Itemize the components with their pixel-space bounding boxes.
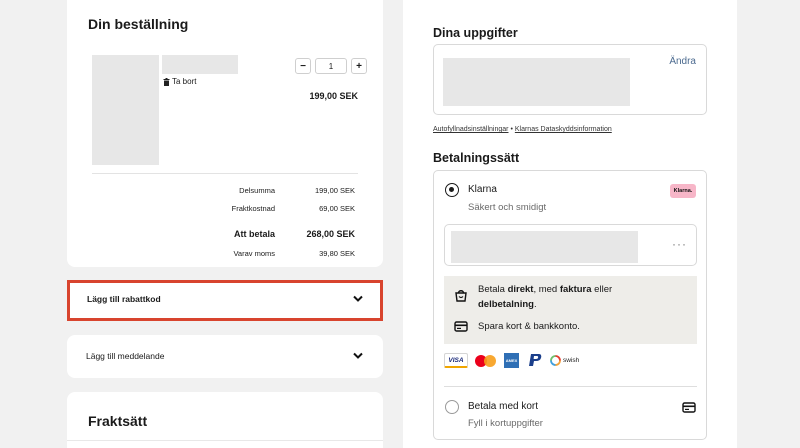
- bankid-logo: [526, 353, 543, 368]
- credit-card-icon: [454, 321, 468, 332]
- item-price: 199,00 SEK: [309, 91, 358, 101]
- swish-label: swish: [563, 357, 580, 364]
- chevron-down-icon: [353, 295, 363, 302]
- credit-card-icon: [682, 402, 696, 413]
- klarna-logo: Klarna.: [670, 184, 696, 198]
- klarna-account-placeholder: [451, 231, 638, 263]
- subtotal-label: Delsumma: [239, 186, 275, 195]
- details-title: Dina uppgifter: [433, 26, 518, 40]
- privacy-info-link[interactable]: Klarnas Dataskyddsinformation: [515, 126, 612, 133]
- card-option-subtitle: Fyll i kortuppgifter: [468, 418, 543, 429]
- decrease-quantity-button[interactable]: −: [295, 58, 311, 74]
- info-text-part: .: [533, 299, 537, 310]
- shipping-cost-label: Fraktkostnad: [231, 204, 275, 213]
- legal-links: Autofyllnadsinställningar • Klarnas Data…: [433, 126, 612, 133]
- add-discount-code-toggle[interactable]: Lägg till rabattkod: [67, 280, 383, 321]
- card-payment-radio[interactable]: [445, 400, 459, 414]
- customer-details-placeholder: [443, 58, 630, 106]
- save-card-text: Spara kort & bankkonto.: [478, 321, 580, 332]
- visa-logo: VISA: [444, 353, 468, 368]
- klarna-radio[interactable]: [445, 183, 459, 197]
- klarna-account-selector[interactable]: ···: [444, 224, 697, 266]
- remove-item-link[interactable]: Ta bort: [163, 77, 196, 86]
- edit-details-link[interactable]: Ändra: [669, 56, 696, 67]
- chevron-down-icon: [353, 352, 363, 359]
- klarna-info-box: Betala direkt, med faktura eller delbetal…: [444, 276, 697, 344]
- amex-logo: AMEX: [504, 353, 519, 368]
- shipping-method-card: Fraktsätt: [67, 392, 383, 448]
- vat-label: Varav moms: [233, 249, 275, 258]
- trash-icon: [163, 77, 170, 86]
- quantity-stepper[interactable]: − 1 +: [295, 58, 367, 74]
- shipping-method-title: Fraktsätt: [88, 413, 148, 429]
- klarna-option-name[interactable]: Klarna: [468, 184, 497, 195]
- payment-logos: VISA AMEX swish: [444, 353, 579, 368]
- product-image-placeholder: [92, 55, 159, 165]
- info-bold-invoice: faktura: [559, 284, 592, 295]
- checkout-panel: Dina uppgifter Ändra Autofyllnadsinställ…: [403, 0, 737, 448]
- customer-details-box: Ändra: [433, 44, 707, 115]
- info-text-part: , med: [533, 284, 560, 295]
- product-name-placeholder: [162, 55, 238, 74]
- order-summary-card: Din beställning Ta bort − 1 + 199,00 SEK…: [67, 0, 383, 267]
- shopping-bag-icon: [454, 289, 468, 302]
- payment-methods-box: Klarna Säkert och smidigt Klarna. ··· Be…: [433, 170, 707, 440]
- payment-method-title: Betalningssätt: [433, 151, 520, 165]
- klarna-info-text: Betala direkt, med faktura eller delbetal…: [478, 282, 612, 312]
- payment-option-divider: [444, 386, 697, 387]
- info-text-part: eller: [591, 284, 613, 295]
- add-message-toggle[interactable]: Lägg till meddelande: [67, 335, 383, 378]
- links-separator: •: [510, 126, 513, 133]
- shipping-divider: [67, 440, 383, 441]
- shipping-cost-value: 69,00 SEK: [319, 204, 355, 213]
- remove-item-label: Ta bort: [172, 77, 197, 86]
- info-text-part: Betala: [478, 284, 508, 295]
- quantity-field[interactable]: 1: [315, 58, 347, 74]
- order-title: Din beställning: [88, 16, 189, 32]
- increase-quantity-button[interactable]: +: [351, 58, 367, 74]
- vat-value: 39,80 SEK: [319, 249, 355, 258]
- info-bold-installments: delbetalning: [478, 299, 534, 310]
- info-bold-direct: direkt: [507, 284, 534, 295]
- subtotal-value: 199,00 SEK: [314, 186, 355, 195]
- klarna-option-subtitle: Säkert och smidigt: [468, 202, 547, 213]
- more-dots-icon[interactable]: ···: [672, 237, 687, 251]
- swish-logo: swish: [550, 355, 579, 366]
- total-value: 268,00 SEK: [306, 229, 355, 239]
- summary-divider: [92, 173, 358, 174]
- total-label: Att betala: [233, 229, 275, 239]
- autofill-settings-link[interactable]: Autofyllnadsinställningar: [433, 126, 509, 133]
- add-message-label: Lägg till meddelande: [86, 351, 165, 361]
- discount-code-label: Lägg till rabattkod: [87, 294, 161, 304]
- card-option-name[interactable]: Betala med kort: [468, 401, 538, 412]
- mastercard-logo: [475, 354, 497, 368]
